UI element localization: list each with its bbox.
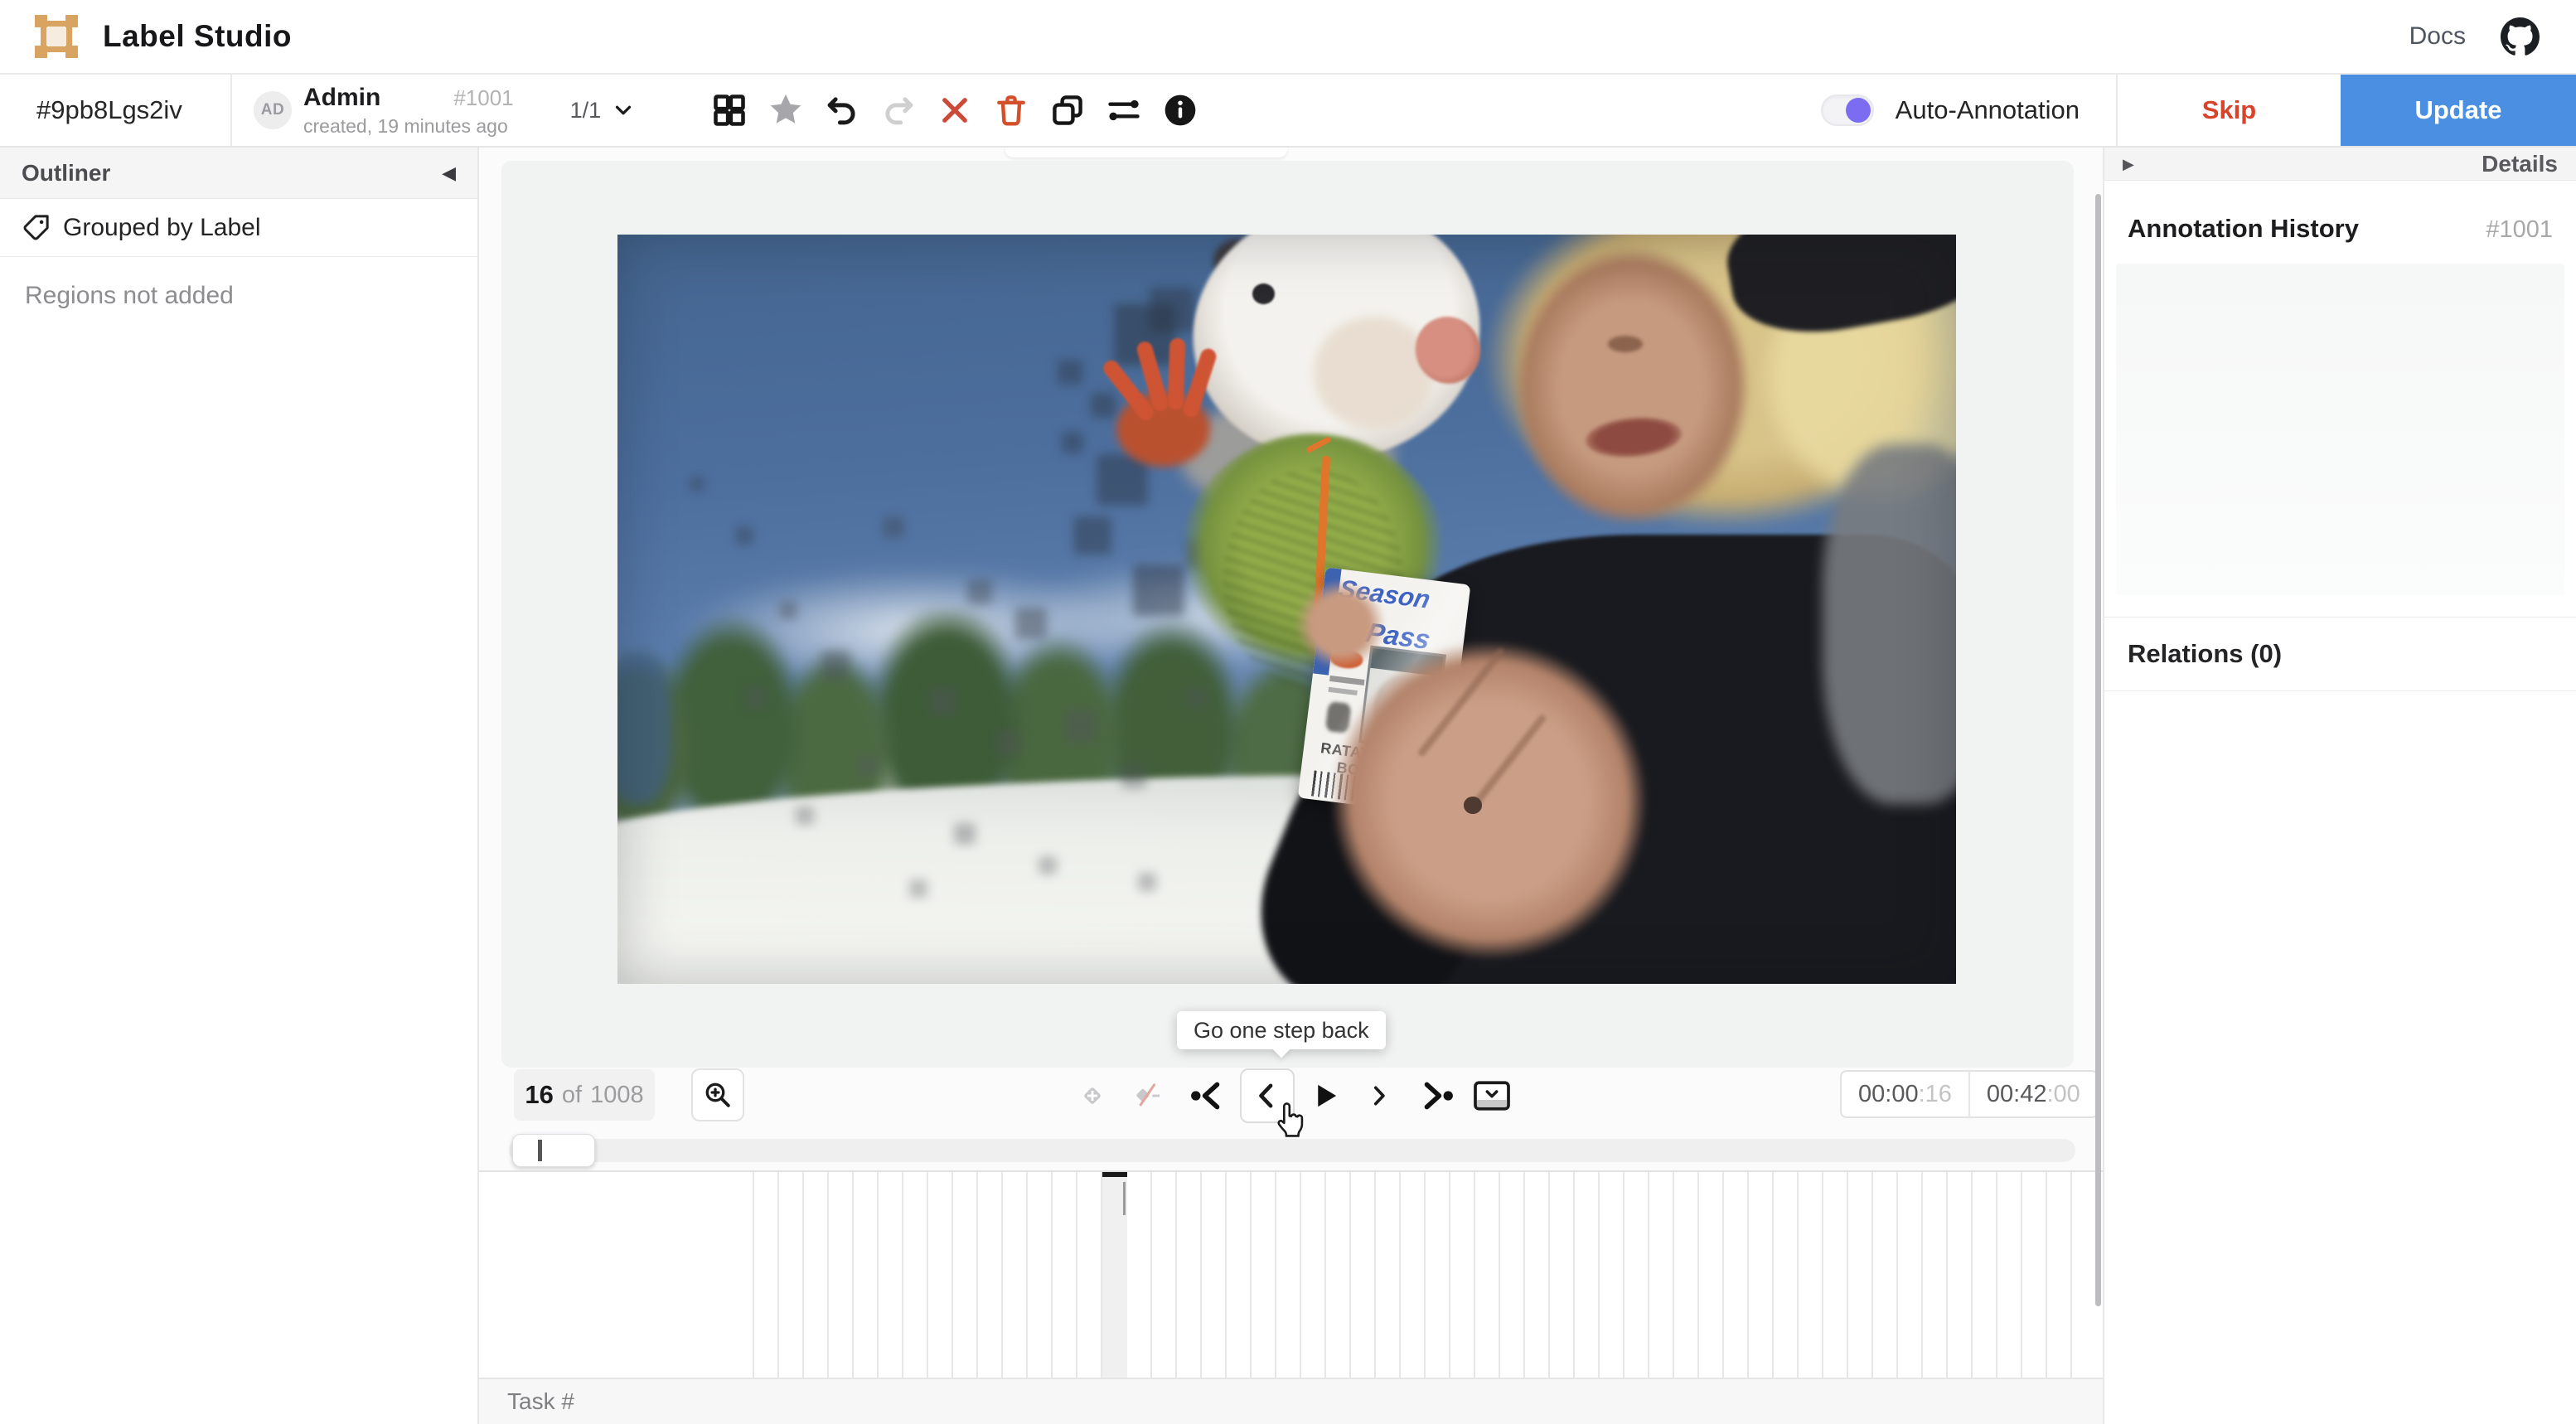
annotation-history-title: Annotation History: [2128, 214, 2359, 244]
label-studio-app: Label Studio Docs #9pb8Lgs2iv AD Admin #…: [0, 0, 2576, 1424]
vertical-scrollbar[interactable]: [2095, 194, 2101, 1306]
video-panel: Season Pass RATATOUILLE BOWERS: [501, 161, 2074, 1068]
details-panel: ▶ Details Annotation History #1001 Relat…: [2103, 148, 2576, 1424]
timeline-active-frame[interactable]: [1102, 1172, 1127, 1378]
task-id-section: #9pb8Lgs2iv: [0, 75, 232, 146]
task-number-label: Task #: [507, 1388, 574, 1415]
seek-track[interactable]: [509, 1139, 2075, 1162]
annotation-toolbar: #9pb8Lgs2iv AD Admin #1001 created, 19 m…: [0, 75, 2576, 148]
undo-button[interactable]: [821, 90, 863, 131]
annotation-selector[interactable]: AD Admin #1001 created, 19 minutes ago 1…: [232, 75, 657, 146]
group-by-label-control[interactable]: Grouped by Label: [0, 199, 477, 257]
add-keypoint-button[interactable]: [1074, 1078, 1111, 1114]
auto-annotation-label: Auto-Annotation: [1896, 95, 2080, 125]
reset-button[interactable]: [934, 90, 976, 131]
timeline-grid[interactable]: [729, 1172, 2089, 1378]
zoom-in-button[interactable]: [691, 1068, 744, 1121]
annotation-pager: 1/1: [570, 98, 602, 124]
next-keypoint-button[interactable]: [1416, 1080, 1454, 1112]
play-button[interactable]: [1306, 1077, 1344, 1115]
frame-total: 1008: [590, 1082, 644, 1109]
github-icon[interactable]: [2501, 17, 2540, 56]
star-ground-truth-button[interactable]: [765, 90, 806, 131]
collapse-panel-icon[interactable]: ◀: [442, 164, 456, 182]
video-canvas[interactable]: Season Pass RATATOUILLE BOWERS: [617, 235, 1956, 984]
outliner-title: Outliner: [22, 160, 110, 186]
time-duration[interactable]: 00:42:00: [1968, 1072, 2097, 1116]
app-title: Label Studio: [103, 19, 292, 54]
frame-counter[interactable]: 16 of 1008: [514, 1069, 655, 1121]
frame-current: 16: [525, 1080, 553, 1110]
frame-separator: of: [562, 1082, 582, 1109]
annotator-name: Admin: [303, 85, 380, 111]
update-button[interactable]: Update: [2341, 75, 2576, 146]
details-header: ▶ Details: [2104, 148, 2576, 181]
outliner-panel: Outliner ◀ Grouped by Label Regions not …: [0, 148, 479, 1424]
annotation-history-header: Annotation History #1001: [2104, 181, 2576, 264]
annotation-id: #1001: [453, 87, 513, 109]
regions-empty-message: Regions not added: [25, 282, 477, 310]
time-position[interactable]: 00:00:16: [1842, 1072, 1968, 1116]
annotation-history-id: #1001: [2486, 216, 2553, 244]
remove-keypoint-button[interactable]: [1129, 1078, 1169, 1114]
frames-timeline[interactable]: [479, 1170, 2103, 1378]
details-title: Details: [2482, 151, 2558, 177]
delete-annotation-button[interactable]: [990, 90, 1032, 131]
annotation-history-list: [2116, 264, 2564, 595]
step-back-button[interactable]: [1240, 1068, 1295, 1123]
task-id: #9pb8Lgs2iv: [36, 95, 182, 125]
time-display: 00:00:16 00:42:00: [1840, 1070, 2099, 1118]
auto-annotation-toggle[interactable]: [1821, 94, 1874, 126]
auto-annotation-control: Auto-Annotation: [1813, 75, 2116, 146]
app-header: Label Studio Docs: [0, 0, 2576, 75]
annotation-created: created, 19 minutes ago: [303, 116, 514, 136]
relations-title: Relations (0): [2128, 639, 2282, 668]
relations-section[interactable]: Relations (0): [2104, 617, 2576, 691]
tag-icon: [22, 214, 50, 242]
info-button[interactable]: [1160, 90, 1201, 131]
avatar: AD: [254, 91, 292, 129]
docs-link[interactable]: Docs: [2409, 22, 2466, 51]
grid-view-button[interactable]: [709, 90, 750, 131]
scrolled-toolbar-edge: [1005, 148, 1287, 157]
step-forward-button[interactable]: [1366, 1080, 1391, 1112]
video-workspace: Season Pass RATATOUILLE BOWERS: [479, 148, 2103, 1424]
settings-sliders-button[interactable]: [1103, 90, 1145, 131]
expand-panel-icon[interactable]: ▶: [2123, 157, 2134, 172]
chevron-down-icon[interactable]: [611, 98, 636, 123]
group-by-label-text: Grouped by Label: [63, 214, 261, 242]
duplicate-annotation-button[interactable]: [1047, 90, 1088, 131]
collapse-timeline-button[interactable]: [1472, 1078, 1512, 1113]
video-controls: 16 of 1008: [479, 1068, 2103, 1124]
previous-keypoint-button[interactable]: [1190, 1080, 1228, 1112]
seek-thumb[interactable]: [512, 1134, 595, 1167]
outliner-header: Outliner ◀: [0, 148, 477, 199]
step-back-tooltip: Go one step back: [1177, 1011, 1386, 1049]
annotation-actions: [709, 75, 1201, 146]
skip-button[interactable]: Skip: [2116, 75, 2341, 146]
redo-button[interactable]: [878, 90, 919, 131]
seek-playhead: [538, 1140, 542, 1161]
label-studio-logo-icon[interactable]: [35, 15, 78, 58]
timeline-footer: Task #: [479, 1378, 2103, 1424]
